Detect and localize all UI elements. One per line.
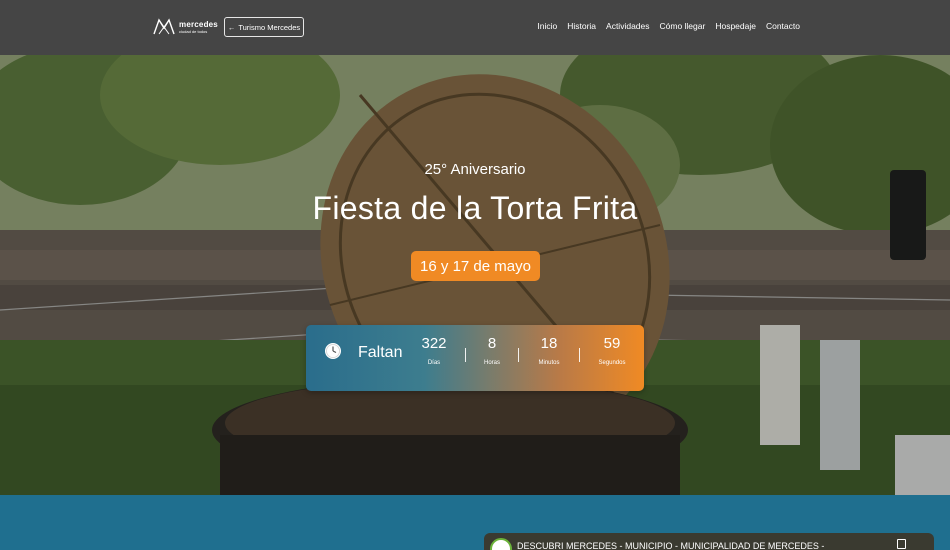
mercedes-logo[interactable]: mercedes ciudad de todos <box>153 18 218 36</box>
nav-hospedaje[interactable]: Hospedaje <box>715 21 756 31</box>
nav-contacto[interactable]: Contacto <box>766 21 800 31</box>
hero-section: 25° Aniversario Fiesta de la Torta Frita… <box>0 55 950 495</box>
mercedes-logo-icon <box>153 18 175 35</box>
countdown-minutes-value: 18 <box>540 335 558 352</box>
nav-como-llegar[interactable]: Cómo llegar <box>660 21 706 31</box>
countdown-days-value: 322 <box>421 335 447 352</box>
hero-title: Fiesta de la Torta Frita <box>312 190 638 226</box>
channel-avatar[interactable] <box>490 538 512 550</box>
back-to-turismo-button[interactable]: ← Turismo Mercedes <box>224 17 304 37</box>
countdown-minutes: 18 Minutos <box>527 335 571 366</box>
hero-content: 25° Aniversario Fiesta de la Torta Frita… <box>0 55 950 495</box>
countdown-divider <box>518 348 519 362</box>
countdown-hours-value: 8 <box>487 335 497 352</box>
countdown-seconds-label: Segundos <box>598 360 626 366</box>
countdown-divider <box>579 348 580 362</box>
countdown-seconds: 59 Segundos <box>590 335 634 366</box>
countdown-seconds-value: 59 <box>603 335 621 352</box>
youtube-video-embed[interactable]: DESCUBRI MERCEDES - MUNICIPIO - MUNICIPA… <box>484 533 934 550</box>
nav-historia[interactable]: Historia <box>567 21 596 31</box>
hero-subtitle: 25° Aniversario <box>424 161 526 178</box>
nav-inicio[interactable]: Inicio <box>537 21 557 31</box>
countdown-label: Faltan <box>358 344 403 361</box>
event-date-badge: 16 y 17 de mayo <box>411 251 540 281</box>
countdown-panel: Faltan 322 Días 8 Horas 18 Minutos 59 Se… <box>306 325 644 391</box>
logo-name: mercedes <box>179 19 218 29</box>
countdown-days-label: Días <box>427 360 441 366</box>
back-button-label: Turismo Mercedes <box>238 22 301 32</box>
countdown-days: 322 Días <box>412 335 456 366</box>
main-nav: Inicio Historia Actividades Cómo llegar … <box>537 21 800 31</box>
copy-link-icon[interactable] <box>897 539 906 549</box>
top-navigation-bar: mercedes ciudad de todos ← Turismo Merce… <box>0 0 950 55</box>
countdown-minutes-label: Minutos <box>538 360 560 366</box>
countdown-hours: 8 Horas <box>470 335 514 366</box>
countdown-hours-label: Horas <box>483 360 500 366</box>
logo-tagline: ciudad de todos <box>179 28 208 34</box>
countdown-divider <box>465 348 466 362</box>
video-title[interactable]: DESCUBRI MERCEDES - MUNICIPIO - MUNICIPA… <box>517 541 824 550</box>
arrow-left-icon: ← <box>227 22 236 32</box>
clock-icon <box>325 343 341 359</box>
nav-actividades[interactable]: Actividades <box>606 21 649 31</box>
